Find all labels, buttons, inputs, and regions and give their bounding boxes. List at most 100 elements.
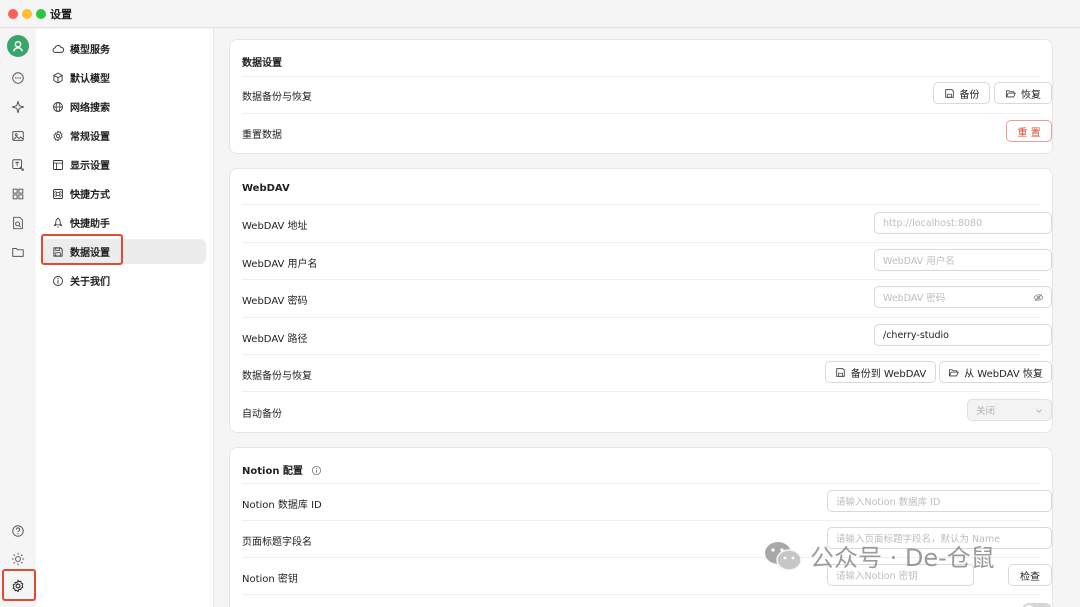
nav-item-web-search[interactable]: 网络搜索 [42,94,206,119]
nav-item-label: 默认模型 [70,74,110,85]
data-settings-card: 数据设置 数据备份与恢复 备份 恢复 重置数据 重 置 [229,39,1053,154]
layout-icon [53,159,63,170]
image-icon[interactable] [6,124,30,148]
folder-open-icon [1005,89,1016,97]
card-title: Notion 配置 [242,462,322,477]
cloud-icon [52,44,64,53]
apps-icon[interactable] [6,182,30,206]
password-placeholder: WebDAV 密码 [883,293,946,304]
backup-restore-label: 数据备份与恢复 [242,92,312,103]
backup-button[interactable]: 备份 [933,82,990,104]
webdav-username-label: WebDAV 用户名 [242,259,318,270]
chat-icon[interactable] [6,66,30,90]
divider [242,76,1040,77]
webdav-path-label: WebDAV 路径 [242,334,308,345]
nav-item-label: 关于我们 [70,277,110,288]
chevron-down-icon [1036,409,1042,413]
command-icon [53,188,63,199]
divider [242,242,1040,243]
nav-item-about[interactable]: 关于我们 [42,268,206,293]
folder-icon[interactable] [6,240,30,264]
card-title: WebDAV [242,183,290,194]
notion-key-label: Notion 密钥 [242,574,298,585]
notion-card: Notion 配置 Notion 数据库 ID 请输入Notion 数据库 ID… [229,447,1053,607]
restore-from-webdav-button[interactable]: 从 WebDAV 恢复 [939,361,1052,383]
divider [242,204,1040,205]
data-settings-highlight-box [41,234,123,265]
close-window-button[interactable] [8,9,18,19]
watermark-text: 公众号 · De-仓鼠 [810,544,995,572]
settings-nav: 模型服务 默认模型 网络搜索 常规设置 显示设置 快捷方式 快捷助手 数据设置 … [36,29,214,607]
auto-backup-select[interactable]: 关闭 [967,399,1052,421]
nav-item-label: 模型服务 [70,45,110,56]
settings-highlight-box [2,569,36,601]
translate-icon[interactable] [6,153,30,177]
notion-db-input[interactable]: 请输入Notion 数据库 ID [827,490,1052,512]
wechat-logo-icon [765,541,802,571]
divider [242,354,1040,355]
globe-icon [53,101,63,112]
divider [242,279,1040,280]
backup-to-webdav-label: 备份到 WebDAV [850,368,927,380]
nav-item-default-model[interactable]: 默认模型 [42,65,206,90]
nav-item-label: 显示设置 [70,161,110,172]
reset-data-label: 重置数据 [242,130,282,141]
auto-backup-value: 关闭 [976,406,996,417]
save-icon [944,88,954,98]
nav-item-display[interactable]: 显示设置 [42,152,206,177]
nav-item-quick-assistant[interactable]: 快捷助手 [42,210,206,235]
info-icon [312,465,322,476]
divider [242,483,1040,484]
nav-item-shortcuts[interactable]: 快捷方式 [42,181,206,206]
restore-button[interactable]: 恢复 [994,82,1052,104]
notion-db-label: Notion 数据库 ID [242,500,322,511]
nav-item-general[interactable]: 常规设置 [42,123,206,148]
zoom-window-button[interactable] [36,9,46,19]
notion-title-text: Notion 配置 [242,466,303,477]
gear-icon [53,130,63,141]
main-content: 数据设置 数据备份与恢复 备份 恢复 重置数据 重 置 WebDAV WebDA… [215,29,1080,607]
webdav-password-label: WebDAV 密码 [242,296,308,307]
rocket-icon [53,217,63,228]
info-icon [53,275,63,286]
window-title: 设置 [50,8,72,21]
check-button[interactable]: 检查 [1008,564,1052,586]
webdav-address-label: WebDAV 地址 [242,221,308,232]
nav-item-label: 快捷方式 [70,190,110,201]
help-icon[interactable] [6,519,30,543]
webdav-address-input[interactable]: http://localhost:8080 [874,212,1052,234]
auto-backup-label: 自动备份 [242,409,282,420]
sun-icon[interactable] [6,547,30,571]
notion-toggle[interactable] [1022,603,1052,607]
webdav-username-input[interactable]: WebDAV 用户名 [874,249,1052,271]
restore-from-webdav-label: 从 WebDAV 恢复 [964,368,1043,380]
watermark: 公众号 · De-仓鼠 [762,538,995,573]
webdav-password-input[interactable]: WebDAV 密码 [874,286,1052,308]
save-icon [836,367,845,377]
avatar-icon[interactable] [7,35,29,57]
divider [242,113,1040,114]
webdav-card: WebDAV WebDAV 地址 http://localhost:8080 W… [229,168,1053,433]
backup-to-webdav-button[interactable]: 备份到 WebDAV [825,361,936,383]
divider [242,520,1040,521]
divider [242,317,1040,318]
sparkle-icon[interactable] [6,95,30,119]
nav-item-label: 网络搜索 [70,103,110,114]
minimize-window-button[interactable] [22,9,32,19]
eye-hidden-icon [1033,293,1044,302]
reset-button[interactable]: 重 置 [1006,120,1052,142]
notion-page-title-label: 页面标题字段名 [242,537,312,548]
backup-button-label: 备份 [959,89,980,101]
title-bar: 设置 [0,0,1080,28]
webdav-path-input[interactable]: /cherry-studio [874,324,1052,346]
nav-item-label: 快捷助手 [70,219,110,230]
nav-item-label: 常规设置 [70,132,110,143]
document-search-icon[interactable] [6,211,30,235]
divider [242,391,1040,392]
icon-rail [0,29,36,607]
card-title: 数据设置 [242,58,282,69]
nav-item-model-service[interactable]: 模型服务 [42,36,206,61]
webdav-backup-label: 数据备份与恢复 [242,371,312,382]
restore-button-label: 恢复 [1021,89,1041,101]
cube-icon [53,72,63,83]
